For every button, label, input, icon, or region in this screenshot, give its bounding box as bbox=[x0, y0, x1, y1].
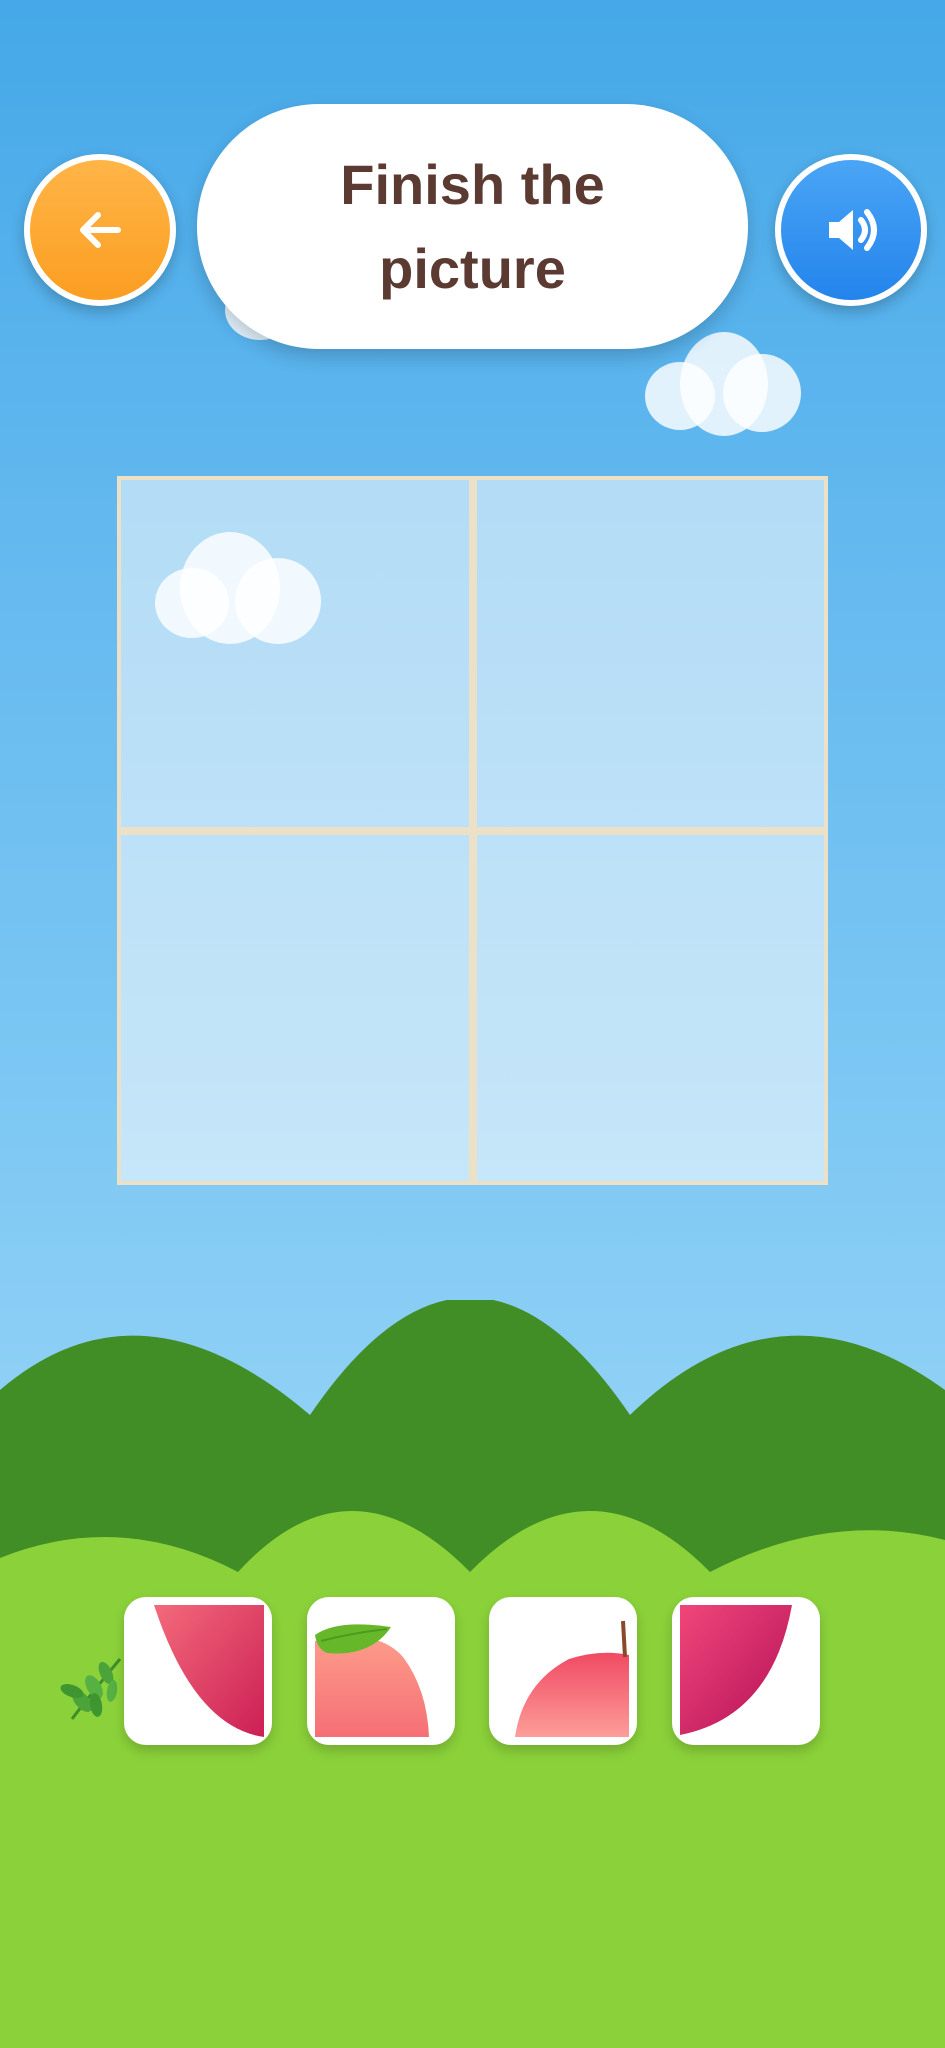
herb-icon bbox=[60, 1658, 122, 1720]
puzzle-piece[interactable] bbox=[124, 1597, 272, 1745]
drop-slot-top-left[interactable] bbox=[121, 480, 469, 827]
cloud-top-right bbox=[645, 332, 805, 436]
back-button[interactable] bbox=[24, 154, 176, 306]
drop-slot-bottom-left[interactable] bbox=[121, 835, 469, 1182]
drop-slot-top-right[interactable] bbox=[477, 480, 825, 827]
speaker-icon bbox=[829, 209, 877, 251]
light-hills bbox=[0, 1511, 945, 2048]
game-screen: Finish the picture bbox=[0, 0, 945, 2048]
puzzle-piece[interactable] bbox=[489, 1597, 637, 1745]
drop-slot-bottom-right[interactable] bbox=[477, 835, 825, 1182]
puzzle-piece[interactable] bbox=[672, 1597, 820, 1745]
sound-button[interactable] bbox=[775, 154, 927, 306]
apple-bottom-left-piece bbox=[154, 1605, 264, 1737]
arrow-left-icon bbox=[80, 212, 121, 248]
apple-bottom-right-piece bbox=[680, 1605, 792, 1735]
apple-top-left-leaf-piece bbox=[315, 1624, 429, 1737]
cloud-in-slot bbox=[155, 532, 325, 647]
puzzle-board bbox=[117, 476, 828, 1185]
piece-tray bbox=[124, 1597, 824, 1745]
apple-top-right-stem-piece bbox=[515, 1620, 629, 1737]
title-banner: Finish the picture bbox=[197, 104, 748, 349]
puzzle-piece[interactable] bbox=[307, 1597, 455, 1745]
page-title: Finish the picture bbox=[340, 152, 605, 300]
